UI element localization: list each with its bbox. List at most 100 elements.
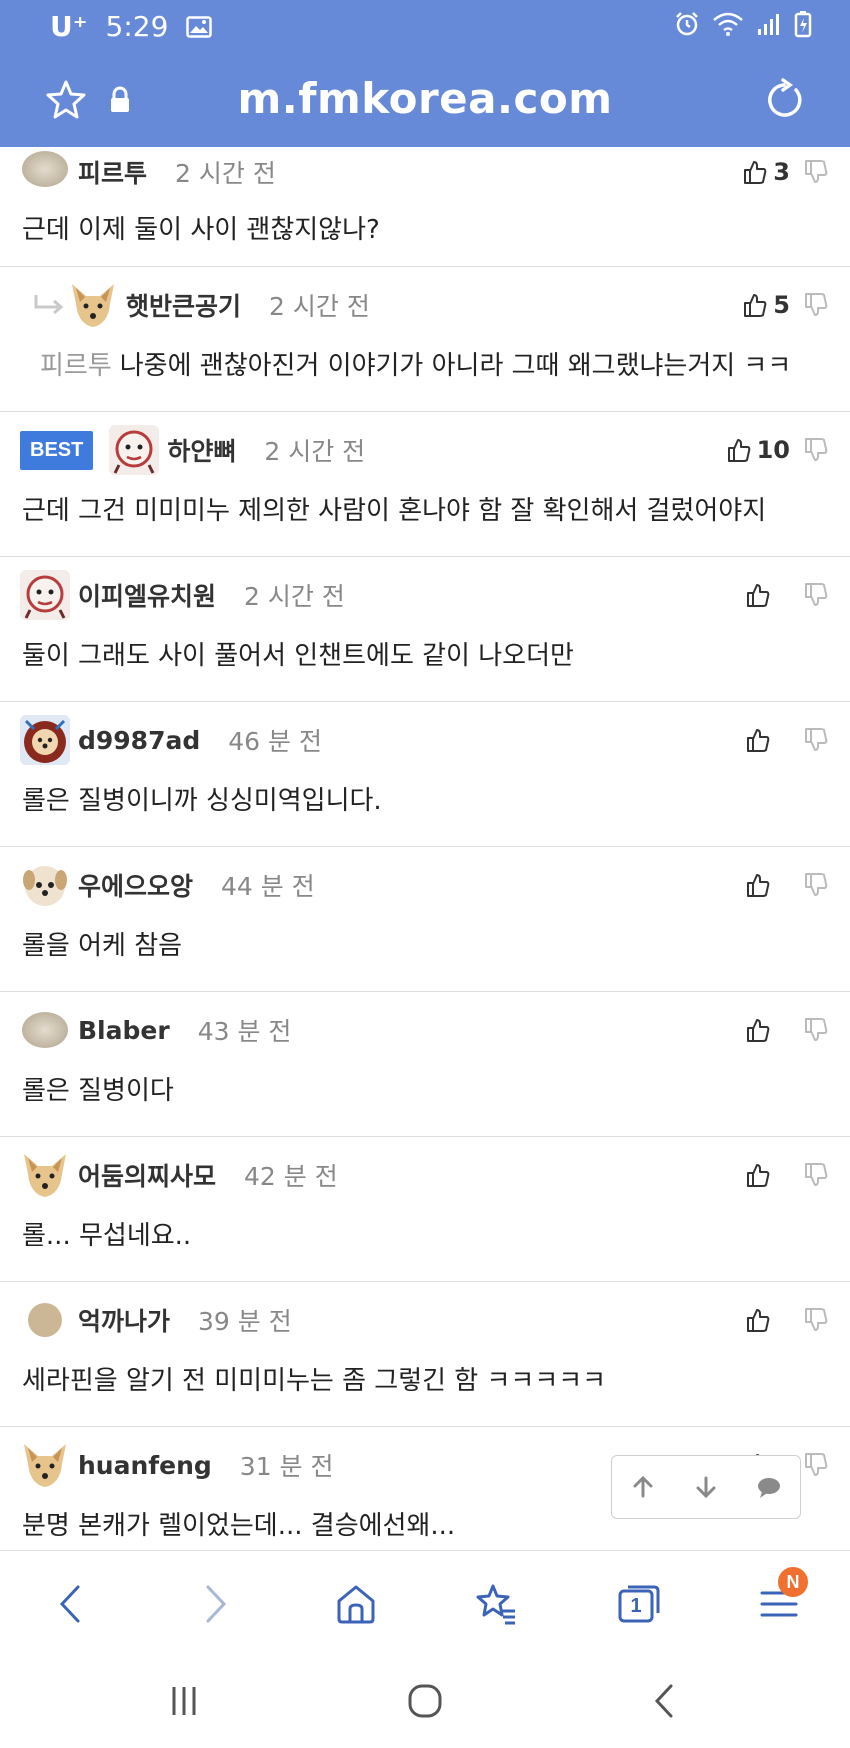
forward-icon[interactable]	[192, 1581, 238, 1627]
thumbs-up-icon	[744, 294, 767, 317]
thumbs-down-icon[interactable]	[804, 437, 828, 463]
comment-author[interactable]: huanfeng	[78, 1451, 212, 1480]
reply-arrow-icon	[34, 295, 64, 315]
home-button-icon[interactable]	[405, 1681, 445, 1721]
upvote-button[interactable]	[746, 1307, 790, 1333]
comment-text: 둘이 그래도 사이 풀어서 인챈트에도 같이 나오더만	[22, 641, 574, 671]
comment-icon[interactable]	[756, 1474, 782, 1500]
comment-time: 2 시간 전	[269, 292, 370, 321]
thumbs-down-icon[interactable]	[804, 582, 828, 608]
upvote-button[interactable]	[746, 582, 790, 608]
comment-author[interactable]: 햇반큰공기	[126, 287, 241, 323]
upvote-button[interactable]: 5	[743, 291, 790, 319]
back-nav-icon[interactable]	[645, 1681, 685, 1721]
avatar-puppy	[23, 866, 67, 906]
comment-text: 근데 그건 미미미누 제의한 사람이 혼나야 함 잘 확인해서 걸렀어야지	[22, 496, 767, 526]
upvote-button[interactable]: 10	[727, 436, 790, 464]
avatar-dog	[24, 1154, 66, 1197]
status-bar: U⁺ 5:29	[0, 0, 850, 52]
comment-author[interactable]: 하얀뼈	[167, 432, 236, 468]
url-field[interactable]: m.fmkorea.com	[0, 74, 850, 123]
thumbs-down-icon[interactable]	[804, 1162, 828, 1188]
tabs-button[interactable]: 1	[616, 1581, 662, 1627]
upvote-count: 5	[773, 291, 790, 319]
home-icon[interactable]	[333, 1581, 379, 1627]
thumbs-up-icon	[747, 584, 770, 607]
thumbs-up-icon	[747, 874, 770, 897]
thumbs-down-icon[interactable]	[804, 1017, 828, 1043]
signal-icon	[758, 14, 779, 35]
thumbs-up-icon	[747, 1309, 770, 1332]
comment-text: 근데 이제 둘이 사이 괜찮지않나?	[22, 215, 380, 245]
best-badge: BEST	[20, 430, 94, 470]
upvote-count: 10	[756, 436, 790, 464]
comment-time: 2 시간 전	[175, 159, 276, 188]
arrow-up-icon[interactable]	[630, 1474, 656, 1500]
avatar-dog	[72, 284, 114, 327]
browser-header: U⁺ 5:29 m.fmkorea.com	[0, 0, 850, 147]
comment-text: 분명 본캐가 렐이었는데... 결승에선왜...	[22, 1511, 456, 1541]
comment-time: 2 시간 전	[244, 582, 345, 611]
avatar-face	[109, 425, 160, 475]
tab-count: 1	[630, 1594, 642, 1617]
avatar-blur	[22, 151, 68, 187]
thumbs-up-icon	[727, 439, 750, 462]
comment-author[interactable]: d9987ad	[78, 726, 200, 755]
upvote-button[interactable]	[746, 1017, 790, 1043]
comment-author[interactable]: 이피엘유치원	[78, 577, 216, 613]
comment-item: 피르투 2 시간 전 3 근데 이제 둘이 사이 괜찮지않나?	[0, 147, 850, 267]
thumbs-down-icon[interactable]	[804, 1307, 828, 1333]
alarm-icon	[676, 12, 698, 36]
browser-toolbar: 1 N	[0, 1550, 850, 1653]
avatar-circle	[28, 1303, 62, 1337]
reply-target[interactable]: 피르투	[40, 351, 112, 381]
bookmarks-icon[interactable]	[473, 1581, 519, 1627]
notification-badge: N	[778, 1567, 808, 1597]
avatar-face	[20, 570, 70, 620]
comment-text: 피르투 나중에 괜찮아진거 이야기가 아니라 그때 왜그랬냐는거지 ㅋㅋ	[40, 345, 791, 382]
comment-item: 이피엘유치원 2 시간 전 둘이 그래도 사이 풀어서 인챈트에도 같이 나오더…	[0, 557, 850, 702]
comment-text: 세라핀을 알기 전 미미미누는 좀 그렇긴 함 ㅋㅋㅋㅋㅋ	[22, 1366, 607, 1396]
thumbs-down-icon[interactable]	[804, 872, 828, 898]
comment-text: 롤은 질병이니까 싱싱미역입니다.	[22, 786, 382, 816]
comment-item: d9987ad 46 분 전 롤은 질병이니까 싱싱미역입니다.	[0, 702, 850, 847]
comment-text: 롤을 어케 참음	[22, 931, 183, 961]
comment-author[interactable]: Blaber	[78, 1016, 170, 1045]
upvote-button[interactable]	[746, 872, 790, 898]
system-nav-bar	[0, 1653, 850, 1748]
avatar-lion	[20, 715, 70, 765]
upvote-button[interactable]	[746, 1162, 790, 1188]
battery-icon	[794, 11, 812, 38]
comment-author[interactable]: 우에으오앙	[78, 867, 193, 903]
thumbs-down-icon[interactable]	[804, 1452, 828, 1478]
comment-list: 피르투 2 시간 전 3 근데 이제 둘이 사이 괜찮지않나? 햇반큰공기 2 …	[0, 147, 850, 1550]
comment-author[interactable]: 어둠의찌사모	[78, 1157, 216, 1193]
recents-icon[interactable]	[164, 1681, 204, 1721]
back-icon[interactable]	[48, 1581, 94, 1627]
comment-time: 39 분 전	[198, 1307, 292, 1336]
comment-author[interactable]: 억까나가	[78, 1302, 170, 1338]
reload-icon[interactable]	[762, 78, 806, 122]
thumbs-up-icon	[744, 161, 767, 184]
upvote-count: 3	[773, 158, 790, 186]
upvote-button[interactable]	[746, 727, 790, 753]
thumbs-down-icon[interactable]	[804, 159, 828, 185]
comment-time: 44 분 전	[221, 872, 315, 901]
avatar-dog	[24, 1444, 66, 1487]
comment-item: Blaber 43 분 전 롤은 질병이다	[0, 992, 850, 1137]
comment-item: 어둠의찌사모 42 분 전 롤... 무섭네요..	[0, 1137, 850, 1282]
comment-item: 억까나가 39 분 전 세라핀을 알기 전 미미미누는 좀 그렇긴 함 ㅋㅋㅋㅋ…	[0, 1282, 850, 1427]
comment-item: BEST 하얀뼈 2 시간 전 10 근데 그건 미미미누 제의한 사람이 혼나…	[0, 412, 850, 557]
thumbs-up-icon	[747, 1164, 770, 1187]
arrow-down-icon[interactable]	[693, 1474, 719, 1500]
menu-button[interactable]: N	[756, 1567, 808, 1627]
comment-author[interactable]: 피르투	[78, 154, 147, 190]
comment-body: 나중에 괜찮아진거 이야기가 아니라 그때 왜그랬냐는거지 ㅋㅋ	[119, 351, 792, 381]
thumbs-up-icon	[747, 1019, 770, 1042]
wifi-icon	[713, 12, 743, 36]
comment-time: 2 시간 전	[264, 437, 366, 466]
thumbs-down-icon[interactable]	[804, 727, 828, 753]
avatar-blur	[22, 1012, 68, 1048]
thumbs-down-icon[interactable]	[804, 292, 828, 318]
upvote-button[interactable]: 3	[743, 158, 790, 186]
